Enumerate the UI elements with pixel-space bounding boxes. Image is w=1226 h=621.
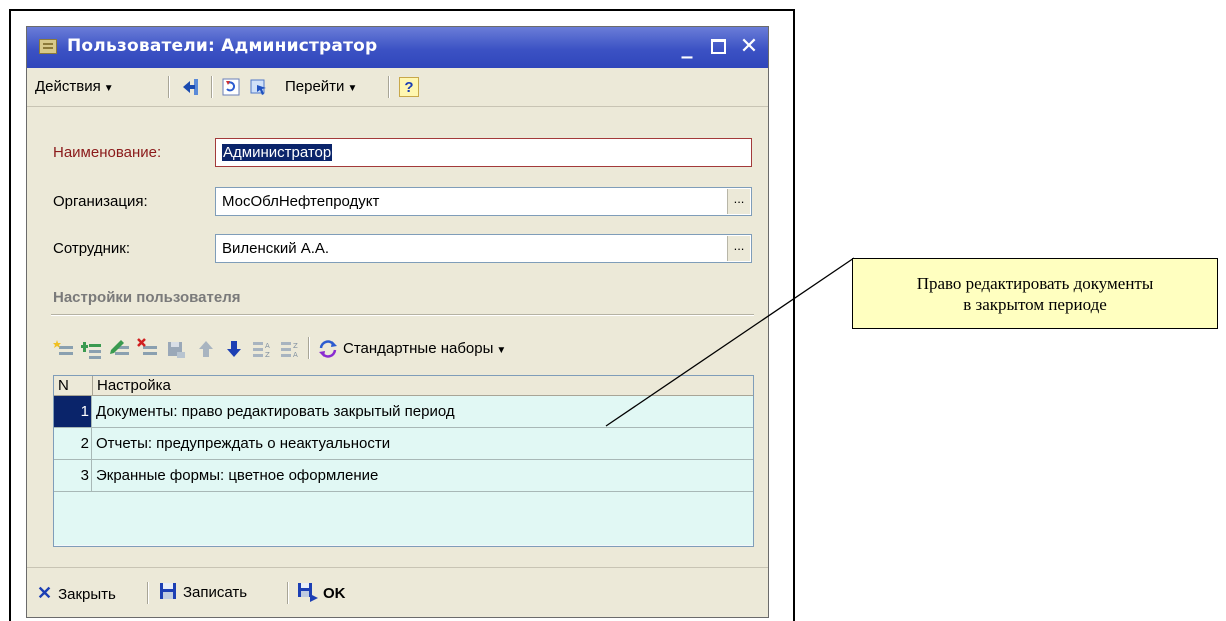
chevron-down-icon: ▼ xyxy=(496,345,507,356)
employee-value: Виленский А.А. xyxy=(222,240,330,257)
callout-line-2: в закрытом периоде xyxy=(963,295,1107,314)
add-row-icon[interactable] xyxy=(53,338,75,360)
settings-table: N Настройка 1 Документы: право редактиро… xyxy=(53,375,754,547)
goto-menu[interactable]: Перейти ▼ xyxy=(285,76,357,98)
name-field[interactable]: Администратор xyxy=(215,138,752,167)
organization-value: МосОблНефтепродукт xyxy=(222,193,380,210)
chevron-down-icon: ▼ xyxy=(347,83,358,94)
name-value: Администратор xyxy=(222,144,333,161)
sort-desc-icon[interactable]: Z A xyxy=(279,338,301,360)
table-row[interactable]: 3 Экранные формы: цветное оформление xyxy=(54,460,753,492)
users-form-window: Пользователи: Администратор _ ✕ Действия… xyxy=(26,26,769,618)
svg-text:Z: Z xyxy=(265,351,270,359)
close-icon: ✕ xyxy=(37,583,53,603)
save-button-label: Записать xyxy=(183,584,248,601)
refresh-icon[interactable] xyxy=(221,77,241,97)
standard-sets-label: Стандартные наборы xyxy=(343,340,494,357)
enter-arrow-icon[interactable] xyxy=(181,77,201,97)
toolbar-separator xyxy=(308,337,309,359)
svg-text:A: A xyxy=(293,351,298,359)
toolbar-separator xyxy=(287,582,288,604)
callout-line-1: Право редактировать документы xyxy=(916,274,1154,293)
chevron-down-icon: ▼ xyxy=(103,83,114,94)
standard-sets-menu[interactable]: Стандартные наборы ▼ xyxy=(343,338,506,360)
employee-select-button[interactable]: ... xyxy=(727,236,750,261)
table-row[interactable]: 2 Отчеты: предупреждать о неактуальности xyxy=(54,428,753,460)
maximize-icon xyxy=(710,39,726,54)
row-number: 1 xyxy=(54,396,92,427)
save-button[interactable]: Записать xyxy=(159,582,247,604)
name-label: Наименование: xyxy=(53,144,162,161)
svg-text:A: A xyxy=(265,342,270,350)
ok-button-label: OK xyxy=(323,585,346,602)
form-bottom-bar: ✕ Закрыть Записать OK xyxy=(27,567,768,618)
toolbar-separator xyxy=(388,76,389,98)
close-button-label: Закрыть xyxy=(58,586,116,603)
toolbar-separator xyxy=(168,76,169,98)
window-title: Пользователи: Администратор xyxy=(67,36,378,56)
move-up-icon[interactable] xyxy=(195,338,217,360)
column-divider[interactable] xyxy=(92,376,93,395)
organization-select-button[interactable]: ... xyxy=(727,189,750,214)
save-row-icon[interactable] xyxy=(165,338,187,360)
goto-menu-label: Перейти xyxy=(285,78,345,95)
settings-toolbar: A Z Z A Стандартные наборы ▼ xyxy=(53,335,753,363)
column-header-n[interactable]: N xyxy=(58,376,69,395)
toolbar-separator xyxy=(211,76,212,98)
employee-label: Сотрудник: xyxy=(53,240,131,257)
save-and-close-icon xyxy=(298,583,318,602)
catalog-icon xyxy=(39,39,57,54)
help-button[interactable]: ? xyxy=(399,77,419,97)
column-header-setting[interactable]: Настройка xyxy=(97,376,171,395)
employee-field[interactable]: Виленский А.А. ... xyxy=(215,234,752,263)
actions-menu[interactable]: Действия ▼ xyxy=(35,76,114,98)
organization-field[interactable]: МосОблНефтепродукт ... xyxy=(215,187,752,216)
row-setting: Отчеты: предупреждать о неактуальности xyxy=(96,435,391,452)
organization-label: Организация: xyxy=(53,193,148,210)
delete-row-icon[interactable] xyxy=(137,338,159,360)
form-toolbar: Действия ▼ Перейти ▼ ? xyxy=(27,68,768,107)
close-window-button[interactable]: ✕ xyxy=(734,32,764,62)
toolbar-separator xyxy=(147,582,148,604)
actions-menu-label: Действия xyxy=(35,78,101,95)
settings-group-title: Настройки пользователя xyxy=(53,289,241,306)
floppy-disk-icon xyxy=(160,583,176,599)
standard-sets-icon xyxy=(319,340,337,358)
row-number: 3 xyxy=(54,460,92,491)
minimize-button[interactable]: _ xyxy=(672,32,702,62)
structure-navigate-icon[interactable] xyxy=(249,77,269,97)
table-header: N Настройка xyxy=(54,376,753,396)
close-button[interactable]: ✕ Закрыть xyxy=(37,582,116,604)
edit-row-icon[interactable] xyxy=(109,338,131,360)
group-divider xyxy=(51,314,754,315)
row-setting: Документы: право редактировать закрытый … xyxy=(96,403,455,420)
row-setting: Экранные формы: цветное оформление xyxy=(96,467,379,484)
row-number: 2 xyxy=(54,428,92,459)
move-down-icon[interactable] xyxy=(223,338,245,360)
annotation-callout: Право редактировать документы в закрытом… xyxy=(852,258,1218,329)
table-empty-area[interactable] xyxy=(54,492,753,545)
ok-button[interactable]: OK xyxy=(297,582,346,604)
table-row[interactable]: 1 Документы: право редактировать закрыты… xyxy=(54,396,753,428)
maximize-button[interactable] xyxy=(703,32,733,62)
title-bar[interactable]: Пользователи: Администратор _ ✕ xyxy=(27,27,768,68)
sort-asc-icon[interactable]: A Z xyxy=(251,338,273,360)
add-child-row-icon[interactable] xyxy=(81,338,103,360)
svg-text:Z: Z xyxy=(293,342,298,350)
